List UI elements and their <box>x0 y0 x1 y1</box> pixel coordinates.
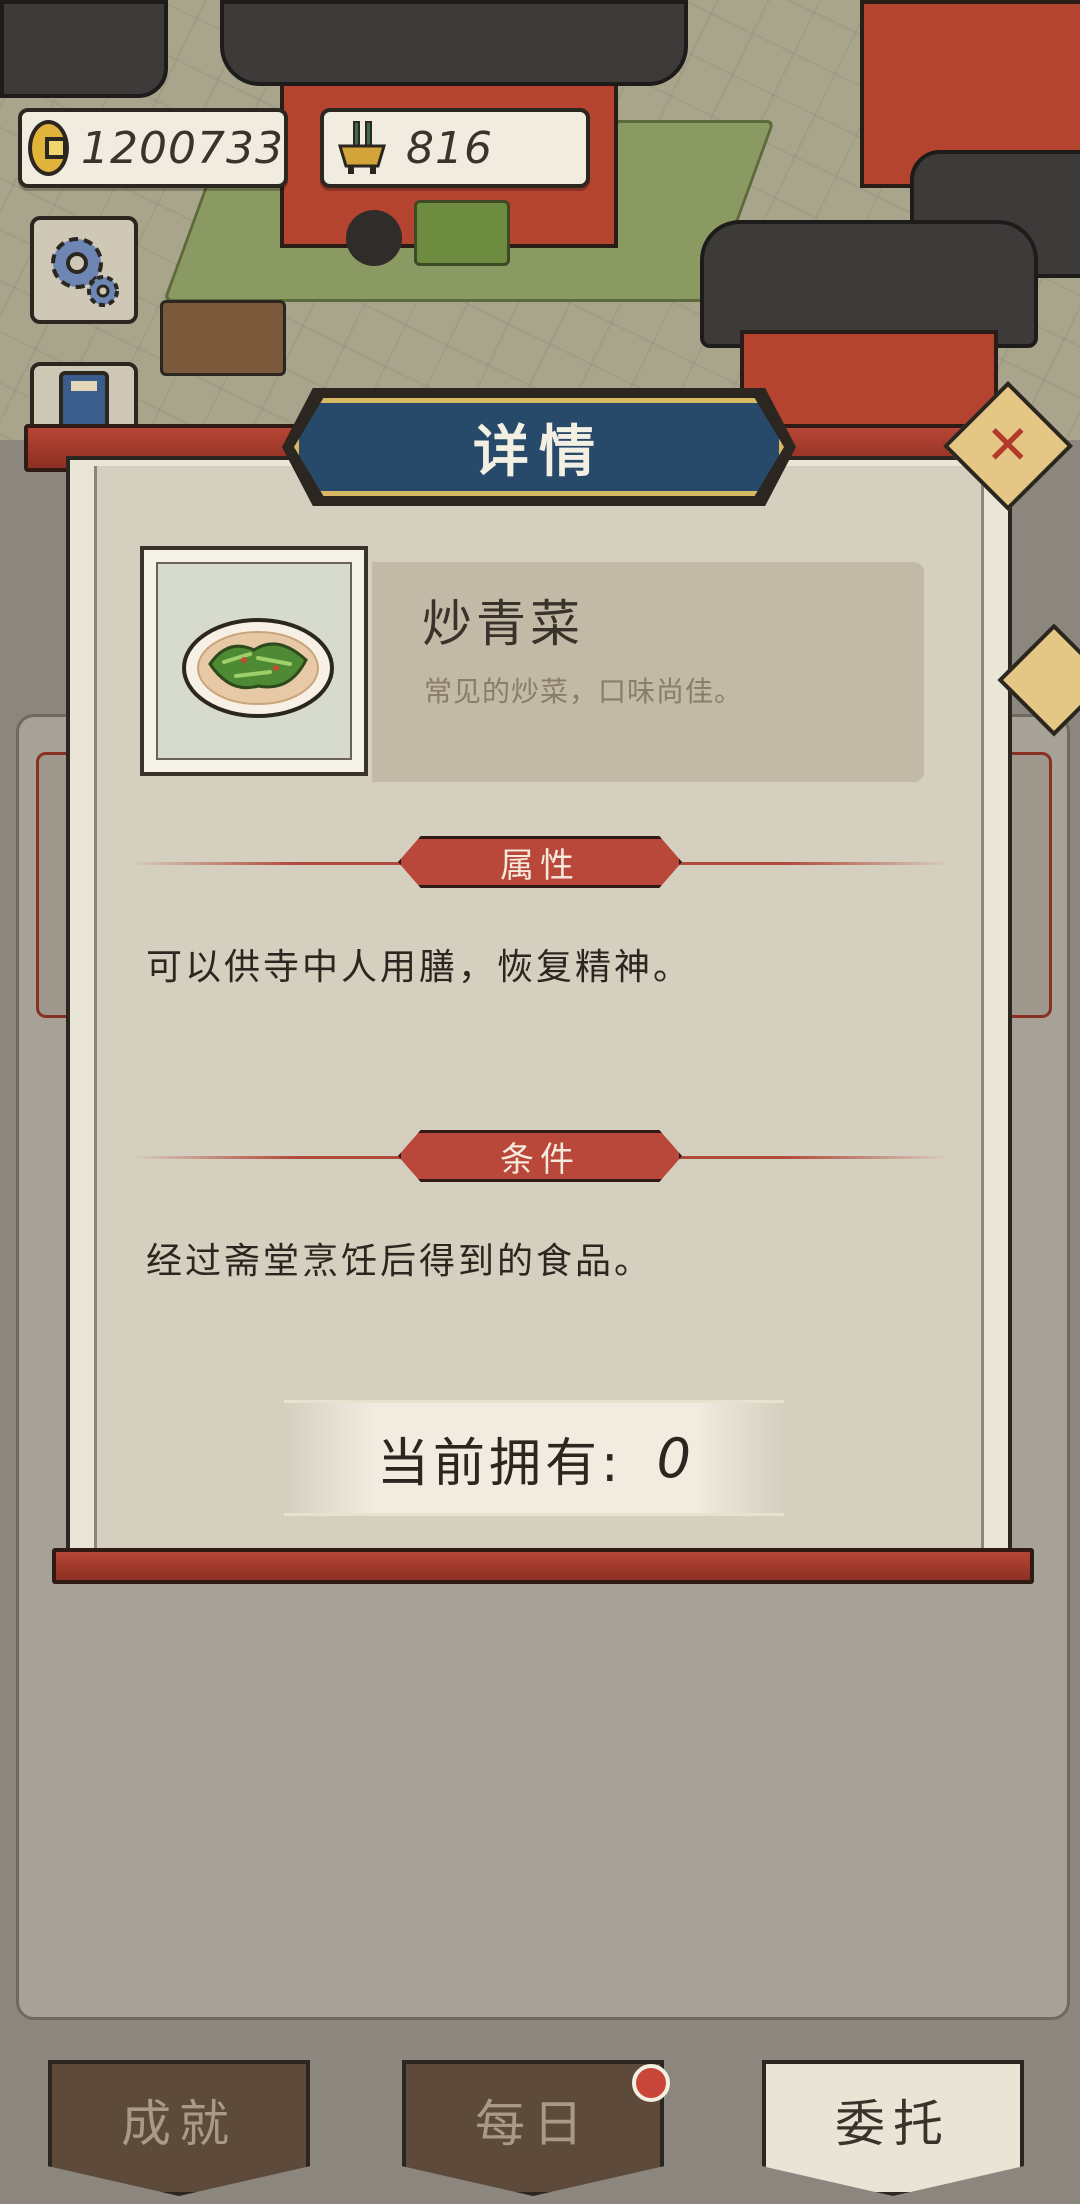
title-banner: 详情 <box>294 398 784 496</box>
tab-achievements-label: 成就 <box>121 2095 237 2153</box>
item-name: 炒青菜 <box>422 595 584 653</box>
ownership-value: 0 <box>656 1426 691 1490</box>
settings-button[interactable] <box>30 216 138 324</box>
ownership-label: 当前拥有: <box>377 1433 623 1494</box>
panel-bottom-rail <box>52 1548 1034 1584</box>
ownership-box: 当前拥有: 0 <box>284 1400 784 1516</box>
stir-fried-greens-dish-icon <box>182 618 334 718</box>
corner-roof <box>0 0 168 98</box>
condition-text: 经过斋堂烹饪后得到的食品。 <box>146 1241 654 1282</box>
tab-daily-label: 每日 <box>475 2095 591 2153</box>
daily-notification-badge <box>632 2064 670 2102</box>
coin-counter: 1200733 <box>18 108 288 188</box>
gear-icon <box>51 237 119 307</box>
clay-jar <box>346 210 402 266</box>
attribute-section-tag: 属性 <box>398 836 682 888</box>
tab-commission-label: 委托 <box>835 2095 951 2153</box>
item-description: 常见的炒菜，口味尚佳。 <box>424 675 744 708</box>
condition-section-tag: 条件 <box>398 1130 682 1182</box>
incense-value: 816 <box>406 122 493 174</box>
copper-coin-icon <box>28 120 70 176</box>
pavilion-wall <box>740 330 998 428</box>
panel-title: 详情 <box>473 419 605 485</box>
item-image-frame <box>140 546 368 776</box>
pavilion-roof <box>700 220 1038 348</box>
temple-hall-roof <box>220 0 688 86</box>
vegetable-basket <box>414 200 510 266</box>
wooden-cart <box>160 300 286 376</box>
close-icon: ✕ <box>985 414 1031 477</box>
incense-burner-icon <box>337 121 387 174</box>
incense-counter: 816 <box>320 108 590 188</box>
attribute-text: 可以供寺中人用膳，恢复精神。 <box>146 947 693 988</box>
coin-value: 1200733 <box>81 122 284 174</box>
